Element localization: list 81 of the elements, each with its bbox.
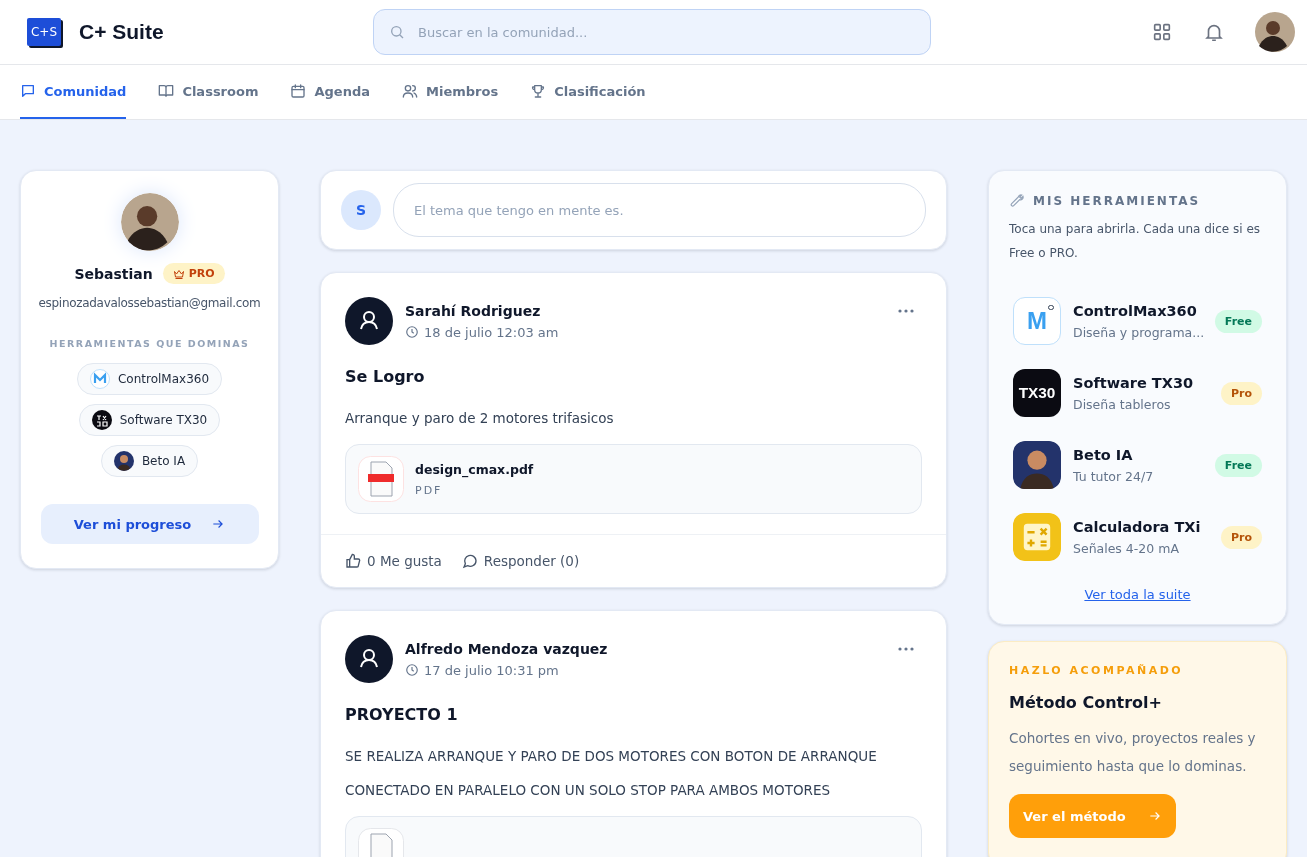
- tool-item[interactable]: TX30 Software TX30 Diseña tableros Pro: [1009, 357, 1266, 429]
- speech-bubble-icon: [461, 553, 478, 569]
- grid-icon[interactable]: [1151, 21, 1173, 43]
- thumbs-up-icon: [345, 553, 361, 569]
- clock-icon: [405, 663, 419, 677]
- reply-button[interactable]: Responder (0): [461, 553, 580, 569]
- promo-title: Método Control+: [1009, 693, 1162, 712]
- tier-badge: Free: [1214, 453, 1262, 477]
- calculator-icon: [1013, 513, 1061, 561]
- nav-tab[interactable]: Agenda: [290, 65, 370, 119]
- post-time: 17 de julio 10:31 pm: [424, 662, 559, 678]
- profile-email: espinozadavalossebastian@gmail.com: [38, 296, 261, 310]
- post-text: Arranque y paro de 2 motores trifasicos: [345, 410, 615, 426]
- people-icon: [402, 83, 418, 99]
- tool-chip[interactable]: Beto IA: [100, 445, 199, 477]
- post-author[interactable]: Alfredo Mendoza vazquez: [405, 640, 608, 657]
- user-avatar: [345, 297, 393, 345]
- search-field[interactable]: Buscar en la comunidad...: [373, 9, 931, 55]
- tool-description: Señales 4-20 mA: [1073, 540, 1180, 556]
- tool-chip[interactable]: Software TX30: [78, 404, 221, 436]
- tier-badge: Pro: [1220, 381, 1262, 405]
- tool-name: ControlMax360: [1073, 302, 1198, 319]
- user-initial-avatar: S: [341, 190, 381, 230]
- post-text: SE REALIZA ARRANQUE Y PARO DE DOS MOTORES CON BOTON DE ARRANQUE: [345, 748, 878, 764]
- user-avatar[interactable]: [1255, 12, 1295, 52]
- more-options-icon[interactable]: [898, 647, 914, 651]
- trophy-icon: [530, 83, 547, 99]
- promo-eyebrow: HAZLO ACOMPAÑADO: [1009, 664, 1184, 677]
- tools-intro: Toca una para abrirla. Cada una dice si es Free o PRO.: [1009, 221, 1261, 262]
- book-icon: [158, 83, 175, 99]
- promo-text: Cohortes en vivo, proyectos reales y seguimiento hasta que lo dominas.: [1009, 729, 1257, 776]
- progress-button[interactable]: Ver mi progreso: [40, 504, 259, 544]
- profile-avatar: [120, 193, 179, 251]
- wrench-icon: [1009, 193, 1025, 209]
- m-logo-icon: [89, 369, 110, 389]
- section-heading: HERRAMIENTAS QUE DOMINAS: [49, 338, 250, 349]
- tool-name: Software TX30: [1073, 374, 1195, 391]
- tool-name: Calculadora TXi: [1073, 518, 1202, 535]
- profile-name: Sebastian: [74, 265, 153, 282]
- post-author[interactable]: Sarahí Rodriguez: [405, 302, 559, 319]
- tool-name: Beto IA: [1073, 446, 1134, 463]
- app-logo[interactable]: C+S: [27, 18, 61, 46]
- post-title: Se Logro: [345, 367, 426, 386]
- pro-badge: PRO: [162, 263, 225, 284]
- user-avatar: [345, 635, 393, 683]
- tool-item[interactable]: Calculadora TXi Señales 4-20 mA Pro: [1009, 501, 1266, 573]
- post-time: 18 de julio 12:03 am: [424, 324, 559, 340]
- tool-chip[interactable]: ControlMax360: [76, 363, 223, 395]
- tool-description: Diseña tableros: [1073, 396, 1172, 412]
- clock-icon: [405, 325, 419, 339]
- tools-heading: MIS HERRAMIENTAS: [1033, 194, 1201, 208]
- post-input[interactable]: El tema que tengo en mente es.: [393, 183, 926, 237]
- chat-icon: [20, 83, 36, 99]
- file-type: PDF: [415, 483, 444, 497]
- nav-tab[interactable]: Classroom: [158, 65, 259, 119]
- more-options-icon[interactable]: [898, 309, 914, 313]
- nav-tab[interactable]: Miembros: [402, 65, 499, 119]
- file-attachment[interactable]: design_cmax.pdf PDF: [345, 444, 922, 514]
- tool-item[interactable]: M ControlMax360 Diseña y programa... Free: [1009, 285, 1266, 357]
- crown-icon: [172, 267, 185, 280]
- suite-link[interactable]: Ver toda la suite: [1009, 587, 1266, 602]
- tool-description: Diseña y programa...: [1073, 324, 1203, 340]
- post-title: PROYECTO 1: [345, 705, 459, 724]
- m-logo-icon: M: [1013, 297, 1061, 345]
- search-icon: [389, 24, 405, 40]
- calendar-icon: [290, 83, 307, 99]
- post-text: CONECTADO EN PARALELO CON UN SOLO STOP PARA AMBOS MOTORES: [345, 782, 831, 798]
- nav-tab[interactable]: Clasificación: [530, 65, 646, 119]
- tool-description: Tu tutor 24/7: [1073, 468, 1155, 484]
- nav-tab[interactable]: Comunidad: [20, 65, 127, 119]
- tier-badge: Pro: [1220, 525, 1262, 549]
- tx30-logo-icon: TX30: [1013, 369, 1061, 417]
- app-name: C+ Suite: [79, 20, 164, 44]
- tx30-logo-icon: [91, 410, 112, 430]
- tool-item[interactable]: Beto IA Tu tutor 24/7 Free: [1009, 429, 1266, 501]
- pdf-file-icon: [358, 456, 404, 502]
- person-avatar-icon: [113, 451, 134, 471]
- tier-badge: Free: [1214, 309, 1262, 333]
- person-avatar-icon: [1013, 441, 1061, 489]
- like-button[interactable]: 0 Me gusta: [345, 553, 442, 569]
- file-name: design_cmax.pdf: [415, 461, 534, 477]
